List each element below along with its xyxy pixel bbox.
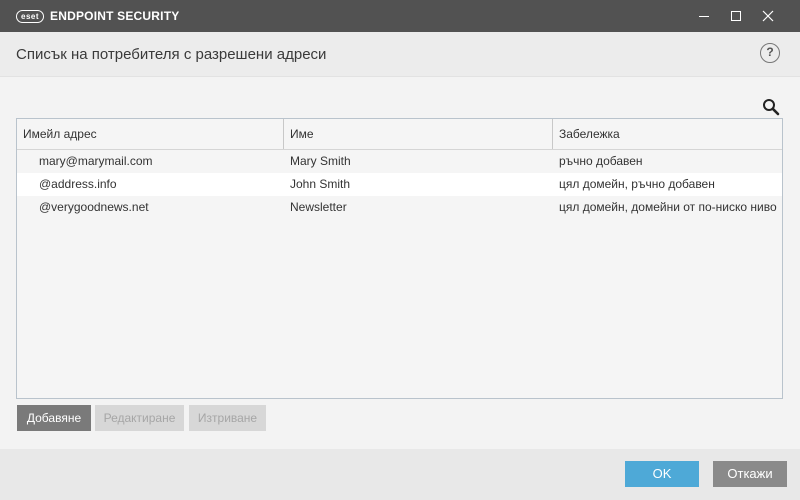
table-row[interactable]: mary@marymail.com Mary Smith ръчно добав… (17, 150, 782, 173)
cell-name: Newsletter (290, 200, 347, 214)
dialog-window: eset ENDPOINT SECURITY Списък на потреби… (0, 0, 800, 500)
app-title: ENDPOINT SECURITY (50, 9, 180, 23)
dialog-header: Списък на потребителя с разрешени адреси… (0, 32, 800, 77)
table-header: Имейл адрес Име Забележка (17, 119, 782, 150)
eset-logo-icon: eset (16, 9, 45, 23)
cell-email: mary@marymail.com (39, 154, 153, 168)
column-header-note[interactable]: Забележка (553, 119, 782, 149)
dialog-footer: OK Откажи (0, 449, 800, 500)
cell-note: цял домейн, ръчно добавен (559, 177, 715, 191)
column-header-email[interactable]: Имейл адрес (17, 119, 284, 149)
table-row[interactable]: @verygoodnews.net Newsletter цял домейн,… (17, 196, 782, 219)
cell-email: @address.info (39, 177, 117, 191)
close-button[interactable] (752, 0, 784, 32)
app-logo: eset ENDPOINT SECURITY (16, 9, 179, 23)
cell-name: Mary Smith (290, 154, 351, 168)
search-icon (763, 99, 780, 116)
help-button[interactable]: ? (760, 43, 780, 63)
title-bar: eset ENDPOINT SECURITY (0, 0, 800, 32)
cell-name: John Smith (290, 177, 351, 191)
close-icon (762, 10, 774, 22)
maximize-icon (731, 11, 741, 21)
delete-button[interactable]: Изтриване (189, 405, 266, 431)
minimize-icon (699, 16, 709, 17)
maximize-button[interactable] (720, 0, 752, 32)
cell-note: ръчно добавен (559, 154, 643, 168)
cancel-button[interactable]: Откажи (713, 461, 787, 487)
search-button[interactable] (760, 96, 782, 118)
page-title: Списък на потребителя с разрешени адреси (16, 46, 327, 63)
column-header-name[interactable]: Име (284, 119, 553, 149)
whitelist-table: Имейл адрес Име Забележка mary@marymail.… (16, 118, 783, 399)
cell-note: цял домейн, домейни от по-ниско ниво (559, 200, 777, 214)
minimize-button[interactable] (688, 0, 720, 32)
ok-button[interactable]: OK (625, 461, 699, 487)
table-body: mary@marymail.com Mary Smith ръчно добав… (17, 150, 782, 219)
cell-email: @verygoodnews.net (39, 200, 149, 214)
add-button[interactable]: Добавяне (17, 405, 91, 431)
edit-button[interactable]: Редактиране (95, 405, 184, 431)
table-row[interactable]: @address.info John Smith цял домейн, ръч… (17, 173, 782, 196)
